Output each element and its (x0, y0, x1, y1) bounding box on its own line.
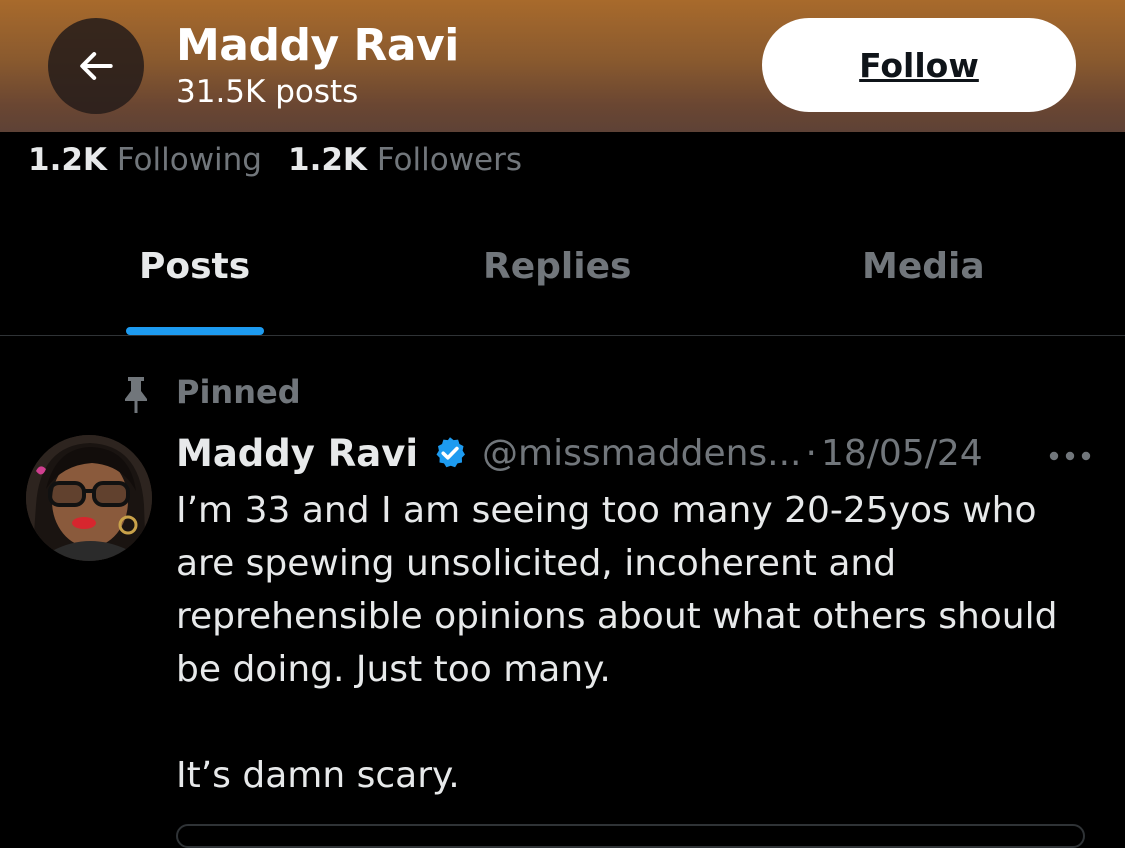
posts-count: 31.5K posts (176, 74, 359, 110)
separator-dot: · (805, 432, 817, 474)
verified-badge-icon (436, 437, 466, 468)
follow-stats: 1.2K Following 1.2K Followers (28, 142, 522, 178)
media-card-edge (176, 824, 1085, 848)
following-link[interactable]: 1.2K Following (28, 142, 262, 178)
followers-label: Followers (376, 142, 523, 178)
tab-replies[interactable]: Replies (483, 246, 631, 287)
followers-count: 1.2K (288, 142, 367, 178)
arrow-left-icon (80, 52, 113, 80)
tabs-divider (0, 335, 1125, 336)
post-text: I’m 33 and I am seeing too many 20-25yos… (176, 490, 1058, 796)
following-label: Following (116, 142, 262, 178)
avatar-image (26, 435, 152, 561)
post-date[interactable]: 18/05/24 (821, 433, 983, 474)
followers-link[interactable]: 1.2K Followers (288, 142, 522, 178)
follow-button[interactable]: Follow (762, 18, 1076, 112)
post-author-name[interactable]: Maddy Ravi (176, 432, 418, 475)
pinned-label: Pinned (176, 373, 301, 411)
profile-name: Maddy Ravi (176, 20, 459, 71)
post-header: Maddy Ravi @missmaddens... · 18/05/24 (176, 428, 983, 478)
post-handle[interactable]: @missmaddens... (482, 433, 801, 474)
avatar[interactable] (26, 435, 152, 561)
pin-icon (125, 377, 147, 413)
tab-media[interactable]: Media (862, 246, 985, 287)
tab-posts[interactable]: Posts (139, 246, 250, 287)
more-horizontal-icon[interactable] (1046, 446, 1094, 466)
active-tab-indicator (126, 327, 264, 335)
back-button[interactable] (48, 18, 144, 114)
following-count: 1.2K (28, 142, 107, 178)
profile-header: Maddy Ravi 31.5K posts Follow (0, 0, 1125, 132)
